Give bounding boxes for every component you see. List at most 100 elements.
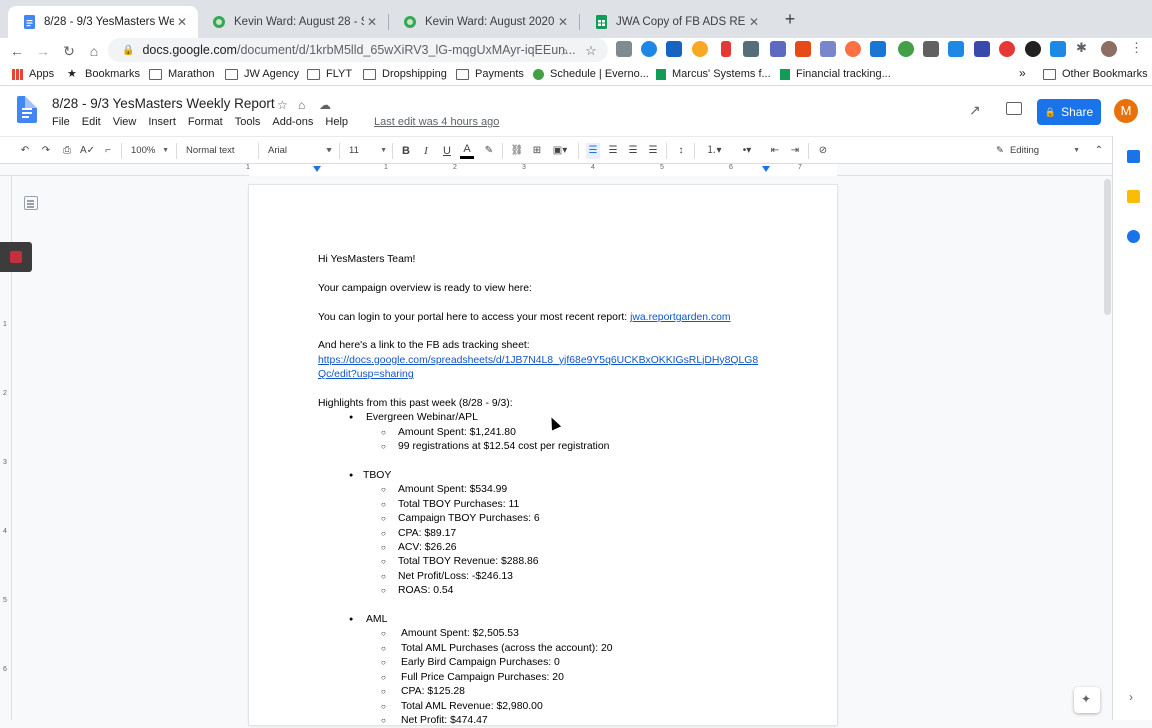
document-canvas[interactable]: Hi YesMasters Team! Your campaign overvi…: [12, 177, 1102, 728]
last-edit-link[interactable]: Last edit was 4 hours ago: [374, 116, 499, 128]
star-icon[interactable]: ☆: [582, 42, 600, 60]
tasks-icon[interactable]: [1127, 230, 1140, 243]
add-comment-icon[interactable]: ⊞: [530, 143, 544, 159]
new-tab-button[interactable]: +: [780, 9, 800, 29]
document-title[interactable]: 8/28 - 9/3 YesMasters Weekly Report: [52, 96, 275, 111]
explore-button[interactable]: ✦: [1074, 687, 1100, 713]
tab-2[interactable]: Kevin Ward: August 2020 Mont ✕: [389, 6, 579, 38]
extension-icon[interactable]: [770, 41, 786, 57]
puzzle-icon[interactable]: ✱: [1076, 40, 1087, 56]
paint-format-icon[interactable]: ⌐: [101, 143, 115, 159]
align-justify-icon[interactable]: ☰: [646, 143, 660, 159]
zoom-select[interactable]: 100% ▼: [131, 143, 169, 159]
more-vert-icon[interactable]: ⋮: [1130, 40, 1143, 56]
extension-icon[interactable]: [974, 41, 990, 57]
tab-1[interactable]: Kevin Ward: August 28 - Septe ✕: [198, 6, 388, 38]
share-button[interactable]: 🔒 Share: [1037, 99, 1101, 125]
keep-icon[interactable]: [1127, 190, 1140, 203]
menu-addons[interactable]: Add-ons: [272, 116, 313, 128]
bookmark-schedule[interactable]: Schedule | Everno...: [533, 68, 649, 80]
expand-panel-icon[interactable]: ›: [1129, 690, 1133, 704]
recording-widget[interactable]: [0, 242, 32, 272]
comments-icon[interactable]: [1006, 102, 1022, 115]
close-icon[interactable]: ✕: [174, 15, 190, 29]
bookmarks-overflow[interactable]: »: [1019, 66, 1026, 80]
vertical-scrollbar[interactable]: [1103, 177, 1112, 720]
align-center-icon[interactable]: ☰: [606, 143, 620, 159]
close-icon[interactable]: ✕: [364, 15, 380, 29]
home-icon[interactable]: ⌂: [85, 42, 103, 60]
extension-icon[interactable]: [870, 41, 886, 57]
italic-icon[interactable]: I: [420, 143, 432, 159]
align-right-icon[interactable]: ☰: [626, 143, 640, 159]
extension-icon[interactable]: [692, 41, 708, 57]
bookmark-jw-agency[interactable]: JW Agency: [225, 68, 299, 80]
extension-icon[interactable]: [999, 41, 1015, 57]
bookmark-marcus-systems[interactable]: Marcus' Systems f...: [656, 68, 771, 80]
extension-icon[interactable]: [616, 41, 632, 57]
extension-icon[interactable]: [923, 41, 939, 57]
underline-icon[interactable]: U: [441, 143, 453, 159]
bookmark-flyt[interactable]: FLYT: [307, 68, 352, 80]
document-page[interactable]: Hi YesMasters Team! Your campaign overvi…: [249, 185, 837, 728]
align-left-icon[interactable]: ☰: [586, 143, 600, 159]
menu-insert[interactable]: Insert: [148, 116, 176, 128]
document-outline-icon[interactable]: [24, 196, 38, 210]
link-icon[interactable]: ⛓: [510, 143, 524, 159]
extension-icon[interactable]: [1050, 41, 1066, 57]
bookmark-other[interactable]: Other Bookmarks: [1043, 68, 1148, 80]
tab-3[interactable]: JWA Copy of FB ADS REPORT ✕: [580, 6, 770, 38]
font-select[interactable]: Arial ▼: [268, 143, 332, 159]
extension-icon[interactable]: [1025, 41, 1041, 57]
stop-record-icon[interactable]: [10, 251, 22, 263]
bookmark-dropshipping[interactable]: Dropshipping: [363, 68, 447, 80]
increase-indent-icon[interactable]: ⇥: [788, 143, 802, 159]
extension-icon[interactable]: [666, 41, 682, 57]
extension-icon[interactable]: [820, 41, 836, 57]
highlight-icon[interactable]: ✎: [482, 143, 496, 159]
sheet-link-continued[interactable]: Qc/edit?usp=sharing: [318, 369, 414, 380]
back-icon[interactable]: ←: [8, 42, 26, 60]
numbered-list-icon[interactable]: ⒈▾: [702, 143, 726, 159]
menu-view[interactable]: View: [113, 116, 137, 128]
extension-icon[interactable]: [795, 41, 811, 57]
menu-format[interactable]: Format: [188, 116, 223, 128]
activity-trend-icon[interactable]: ↗: [969, 102, 981, 119]
spellcheck-icon[interactable]: A✓: [80, 143, 95, 159]
menu-tools[interactable]: Tools: [235, 116, 261, 128]
extension-icon[interactable]: [898, 41, 914, 57]
star-icon[interactable]: ☆: [277, 98, 288, 112]
decrease-indent-icon[interactable]: ⇤: [768, 143, 782, 159]
line-spacing-icon[interactable]: ↕: [674, 143, 688, 159]
document-body[interactable]: Hi YesMasters Team! Your campaign overvi…: [318, 253, 778, 728]
undo-icon[interactable]: ↶: [18, 143, 32, 159]
bold-icon[interactable]: B: [400, 143, 412, 159]
search-icon[interactable]: ⌕: [556, 42, 574, 60]
redo-icon[interactable]: ↷: [39, 143, 53, 159]
clear-formatting-icon[interactable]: ⊘: [816, 143, 830, 159]
right-indent-marker[interactable]: [762, 166, 770, 172]
font-size-select[interactable]: 11 ▼: [349, 143, 387, 159]
reload-icon[interactable]: ↻: [60, 42, 78, 60]
insert-image-icon[interactable]: ▣▾: [550, 143, 570, 159]
docs-logo-icon[interactable]: [17, 96, 37, 123]
move-folder-icon[interactable]: ⌂: [298, 98, 305, 112]
bulleted-list-icon[interactable]: •▾: [735, 143, 759, 159]
collapse-toolbar-icon[interactable]: ⌃: [1092, 143, 1106, 159]
profile-avatar[interactable]: [1101, 41, 1117, 57]
reportgarden-link[interactable]: jwa.reportgarden.com: [630, 312, 731, 323]
bookmark-apps[interactable]: Apps: [12, 68, 54, 80]
scrollbar-thumb[interactable]: [1104, 179, 1111, 315]
extension-icon[interactable]: [641, 41, 657, 57]
address-bar[interactable]: 🔒 docs.google.com/document/d/1krbM5lld_6…: [108, 38, 608, 62]
account-avatar[interactable]: M: [1114, 99, 1138, 123]
bookmark-marathon[interactable]: Marathon: [149, 68, 214, 80]
bookmark-payments[interactable]: Payments: [456, 68, 524, 80]
close-icon[interactable]: ✕: [746, 15, 762, 29]
sheet-link[interactable]: https://docs.google.com/spreadsheets/d/1…: [318, 355, 758, 366]
menu-edit[interactable]: Edit: [82, 116, 101, 128]
bookmark-financial[interactable]: Financial tracking...: [780, 68, 891, 80]
tab-0[interactable]: 8/28 - 9/3 YesMasters Weekly ✕: [8, 6, 198, 38]
close-icon[interactable]: ✕: [555, 15, 571, 29]
extension-icon[interactable]: [743, 41, 759, 57]
